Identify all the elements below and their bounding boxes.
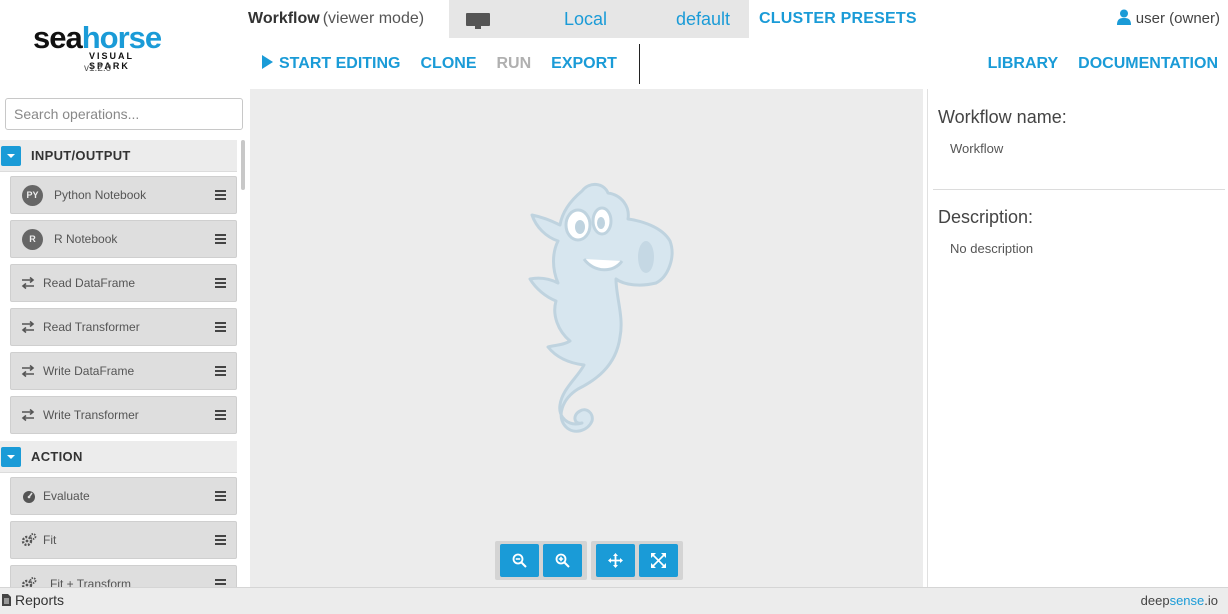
operation-item[interactable]: PY Python Notebook [10, 176, 237, 214]
drag-handle-icon[interactable] [215, 190, 226, 200]
drag-handle-icon[interactable] [215, 322, 226, 332]
gears-icon [21, 577, 37, 587]
seahorse-mascot-icon [528, 183, 674, 433]
category-label: ACTION [31, 449, 83, 464]
operation-item[interactable]: Evaluate [10, 477, 237, 515]
search-operations-input[interactable] [5, 98, 243, 130]
logo-part-horse: horse [81, 20, 162, 55]
monitor-icon [466, 13, 490, 29]
operations-sidebar: INPUT/OUTPUT PY Python Notebook R R Note… [0, 89, 248, 587]
arrows-icon [21, 364, 35, 378]
drag-handle-icon[interactable] [215, 234, 226, 244]
workflow-name: Workflow [248, 10, 320, 27]
app-root: seahorse VISUAL SPARK v1.2.0 Workflow (vi… [0, 0, 1228, 614]
move-button[interactable] [596, 544, 635, 577]
r-badge-icon: R [22, 229, 43, 250]
app-version: v1.2.0 [84, 63, 112, 74]
user-icon [1116, 9, 1131, 25]
operation-label: Read DataFrame [43, 276, 136, 290]
right-nav: LIBRARY DOCUMENTATION [968, 53, 1218, 75]
description-label: Description: [938, 207, 1034, 227]
brand-part-2: sense [1169, 593, 1205, 608]
operation-label: R Notebook [54, 232, 118, 246]
logo-part-sea: sea [33, 20, 83, 55]
move-icon [608, 553, 623, 568]
start-editing-label: START EDITING [279, 55, 401, 72]
drag-handle-icon[interactable] [215, 579, 226, 587]
user-menu[interactable]: user (owner) [1116, 9, 1220, 29]
document-icon [2, 594, 11, 606]
operation-label: Python Notebook [54, 188, 147, 202]
workflow-canvas[interactable] [250, 89, 923, 587]
reports-tab[interactable]: Reports [2, 592, 64, 608]
workflow-name-value: Workflow [950, 141, 1004, 156]
caret-down-icon[interactable] [1, 146, 21, 166]
cluster-default[interactable]: default [676, 8, 730, 30]
toolbar-separator [639, 44, 640, 84]
gears-icon [21, 533, 37, 547]
cluster-local[interactable]: Local [564, 8, 607, 30]
play-icon [262, 55, 273, 69]
operation-item[interactable]: Fit + Transform [10, 565, 237, 587]
operation-label: Fit + Transform [50, 577, 132, 587]
zoom-out-icon [512, 553, 527, 568]
operation-label: Evaluate [43, 489, 90, 503]
run-button[interactable]: RUN [496, 53, 531, 75]
arrows-icon [21, 276, 35, 290]
operation-item[interactable]: R R Notebook [10, 220, 237, 258]
operation-label: Read Transformer [43, 320, 140, 334]
dashboard-icon [23, 491, 35, 503]
sidebar-scrollbar[interactable] [241, 140, 245, 190]
python-badge-icon: PY [22, 185, 43, 206]
operation-item[interactable]: Write Transformer [10, 396, 237, 434]
brand-part-1: deep [1140, 593, 1170, 608]
workflow-toolbar: START EDITING CLONE RUN EXPORT [262, 52, 637, 76]
zoom-out-button[interactable] [500, 544, 539, 577]
export-button[interactable]: EXPORT [551, 53, 617, 75]
zoom-controls [495, 541, 687, 580]
user-label: user (owner) [1135, 10, 1220, 27]
drag-handle-icon[interactable] [215, 278, 226, 288]
drag-handle-icon[interactable] [215, 491, 226, 501]
category-action[interactable]: ACTION [0, 441, 237, 473]
operation-item[interactable]: Write DataFrame [10, 352, 237, 390]
drag-handle-icon[interactable] [215, 366, 226, 376]
viewer-mode-label: (viewer mode) [322, 10, 425, 27]
workflow-properties-panel: Workflow name: Workflow Description: No … [927, 89, 1228, 587]
workflow-title: Workflow (viewer mode) [248, 8, 424, 30]
category-label: INPUT/OUTPUT [31, 148, 131, 163]
brand-part-3: .io [1204, 593, 1218, 608]
operation-item[interactable]: Fit [10, 521, 237, 559]
description-value: No description [950, 241, 1034, 256]
arrows-icon [21, 320, 35, 334]
documentation-link[interactable]: DOCUMENTATION [1078, 53, 1218, 75]
drag-handle-icon[interactable] [215, 535, 226, 545]
zoom-in-icon [555, 553, 570, 568]
operation-item[interactable]: Read Transformer [10, 308, 237, 346]
deepsense-brand[interactable]: deepsense.io [1141, 593, 1218, 608]
clone-button[interactable]: CLONE [420, 53, 476, 75]
drag-handle-icon[interactable] [215, 410, 226, 420]
view-group [591, 541, 683, 580]
footer-bar: Reports deepsense.io [0, 587, 1228, 614]
reports-label: Reports [15, 592, 65, 608]
panel-divider [933, 189, 1225, 190]
library-link[interactable]: LIBRARY [988, 53, 1059, 75]
zoom-group [495, 541, 587, 580]
category-input-output[interactable]: INPUT/OUTPUT [0, 140, 237, 172]
fit-icon [651, 553, 666, 568]
operation-label: Fit [43, 533, 57, 547]
start-editing-button[interactable]: START EDITING [262, 53, 400, 75]
fit-to-screen-button[interactable] [639, 544, 678, 577]
operation-item[interactable]: Read DataFrame [10, 264, 237, 302]
app-logo[interactable]: seahorse VISUAL SPARK v1.2.0 [33, 20, 173, 80]
operation-label: Write Transformer [43, 408, 139, 422]
cluster-selector[interactable]: Local default [449, 0, 749, 38]
caret-down-icon[interactable] [1, 447, 21, 467]
workflow-name-label: Workflow name: [938, 107, 1067, 127]
zoom-in-button[interactable] [543, 544, 582, 577]
operation-label: Write DataFrame [43, 364, 135, 378]
cluster-presets-button[interactable]: CLUSTER PRESETS [759, 9, 917, 29]
arrows-icon [21, 408, 35, 422]
